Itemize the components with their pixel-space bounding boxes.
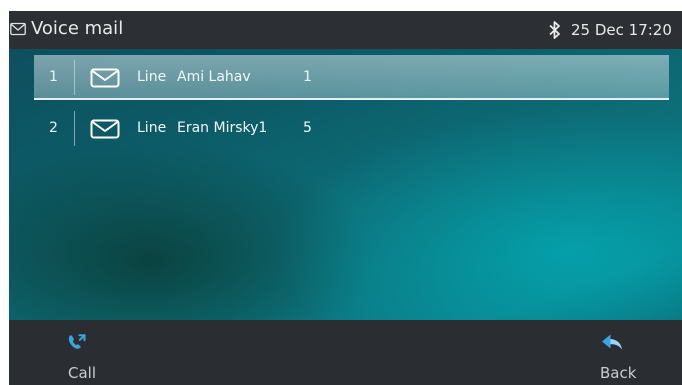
item-index: 1 [49,69,58,85]
date-time: 25 Dec 17:20 [571,21,672,39]
phone-screen: Voice mail 25 Dec 17:20 1 Line Ami Lahav… [0,0,682,385]
item-count: 1 [303,69,312,85]
item-divider [74,60,75,95]
envelope-icon [10,22,26,36]
call-handset-icon [68,334,86,349]
call-softkey[interactable]: Call [49,320,139,385]
softkey-bar: Call Back [9,320,682,385]
back-arrow-icon [602,334,622,350]
envelope-icon [90,68,120,88]
page-title: Voice mail [31,18,124,39]
back-softkey-label: Back [600,364,637,382]
item-line-label: Line [137,69,167,85]
bluetooth-icon [549,21,560,39]
item-index: 2 [49,120,58,136]
item-divider [74,111,75,146]
item-line-label: Line [137,120,167,136]
display-area: Voice mail 25 Dec 17:20 1 Line Ami Lahav… [9,11,682,385]
item-count: 5 [303,120,312,136]
item-name: Ami Lahav [177,69,251,85]
voicemail-list-item[interactable]: 1 Line Ami Lahav 1 [34,55,669,100]
title-bar: Voice mail 25 Dec 17:20 [9,11,682,49]
back-softkey[interactable]: Back [585,320,675,385]
item-name: Eran Mirsky1 [177,120,268,136]
envelope-icon [90,119,120,139]
voicemail-list-item[interactable]: 2 Line Eran Mirsky1 5 [34,106,669,151]
call-softkey-label: Call [68,364,97,382]
